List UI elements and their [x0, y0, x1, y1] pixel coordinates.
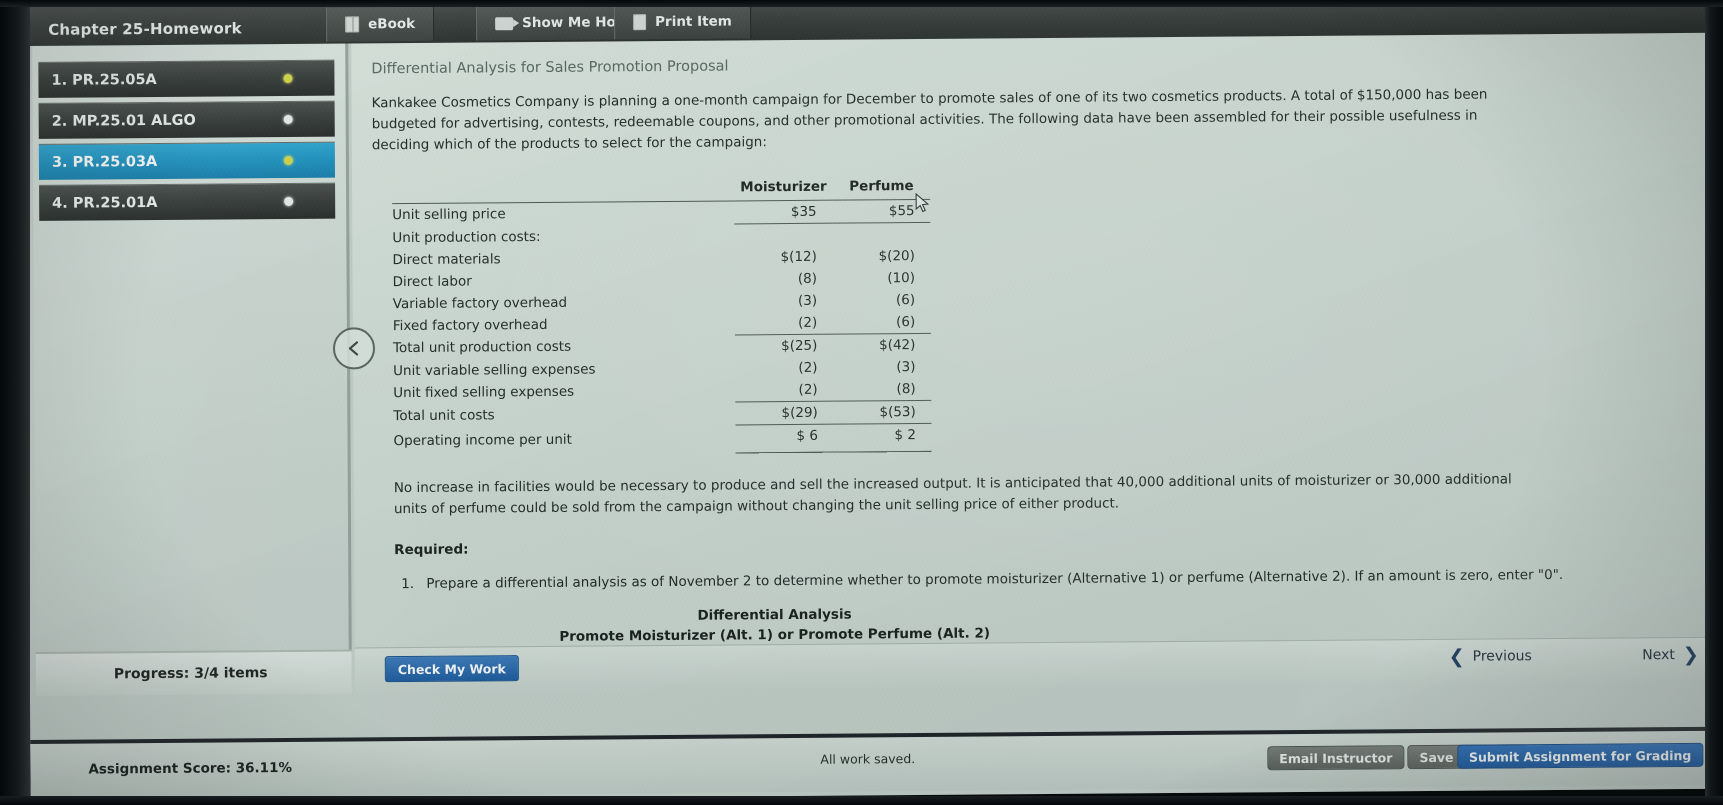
progress-area: Progress: 3/4 items: [35, 649, 352, 696]
required-item-1: Prepare a differential analysis as of No…: [418, 565, 1692, 591]
monitor-bezel-top: [0, 0, 1723, 7]
app-title: Chapter 25-Homework: [48, 19, 242, 39]
cell-perfume: (10): [887, 269, 916, 286]
previous-label: Previous: [1472, 648, 1532, 665]
progress-label: Progress: 3/4 items: [113, 665, 268, 683]
saved-status-label: All work saved.: [820, 751, 916, 767]
required-heading: Required:: [394, 541, 469, 558]
status-dot-icon: [283, 155, 293, 165]
screen-area: Chapter 25-Homework eBook Show Me How Pr…: [26, 0, 1723, 802]
row-label: Operating income per unit: [393, 431, 572, 450]
next-label: Next: [1642, 647, 1675, 664]
status-dot-icon: [283, 73, 293, 83]
intro-paragraph: Kankakee Cosmetics Company is planning a…: [371, 86, 1488, 154]
row-label: Direct materials: [392, 250, 501, 268]
sidebar-item-4[interactable]: 4. PR.25.01A: [39, 182, 336, 221]
chevron-left-icon: [348, 341, 359, 356]
row-label: Variable factory overhead: [392, 294, 568, 312]
print-item-button[interactable]: Print Item: [614, 4, 751, 40]
question-title: Differential Analysis for Sales Promotio…: [371, 58, 729, 78]
cell-perfume: [833, 222, 931, 245]
cell-perfume: (6): [895, 291, 916, 308]
required-list: Prepare a differential analysis as of No…: [418, 565, 1692, 591]
sidebar-item-2-label: 2. MP.25.01 ALGO: [51, 112, 196, 130]
row-label: Direct labor: [392, 273, 472, 290]
cell-moisturizer: $(25): [781, 337, 818, 354]
table-corner: [392, 179, 735, 204]
monitor-bezel-bottom: [0, 796, 1723, 805]
question-sidebar: 1. PR.25.05A 2. MP.25.01 ALGO 3. PR.25.0…: [32, 43, 352, 696]
sidebar-item-1[interactable]: 1. PR.25.05A: [38, 59, 335, 98]
cell-moisturizer: $(12): [780, 248, 817, 265]
cell-perfume: $(53): [833, 399, 932, 424]
row-label: Unit selling price: [392, 206, 506, 224]
assignment-score-label: Assignment Score: 36.11%: [88, 759, 293, 778]
cell-moisturizer: (8): [797, 270, 818, 287]
previous-button[interactable]: ❮ Previous: [1449, 645, 1532, 668]
cell-perfume: (3): [896, 358, 916, 375]
sidebar-item-4-label: 4. PR.25.01A: [52, 194, 158, 212]
book-icon: [345, 16, 360, 33]
cell-moisturizer: [735, 223, 833, 246]
cell-moisturizer: $35: [734, 200, 833, 224]
col-header-moisturizer: Moisturizer: [734, 178, 833, 201]
monitor-bezel-left: [0, 0, 30, 805]
cell-moisturizer: $ 6: [735, 423, 835, 453]
row-label: Unit fixed selling expenses: [393, 383, 575, 401]
chevron-right-icon: ❯: [1682, 643, 1699, 667]
email-instructor-button[interactable]: Email Instructor: [1267, 745, 1405, 771]
show-me-how-label: Show Me How: [522, 14, 629, 32]
monitor-photo: Chapter 25-Homework eBook Show Me How Pr…: [0, 0, 1723, 805]
cell-moisturizer: (2): [735, 378, 834, 402]
table-row: Operating income per unit $ 6 $ 2: [393, 422, 933, 456]
row-label: Total unit costs: [393, 406, 495, 424]
ebook-label: eBook: [368, 15, 416, 33]
cell-moisturizer: (3): [797, 292, 818, 309]
row-label: Fixed factory overhead: [392, 316, 548, 334]
check-my-work-button[interactable]: Check My Work: [384, 655, 519, 683]
status-dot-icon: [284, 196, 294, 206]
row-label: Total unit production costs: [392, 338, 572, 357]
below-table-paragraph: No increase in facilities would be neces…: [393, 470, 1512, 517]
next-button[interactable]: Next ❯: [1642, 644, 1699, 666]
cell-perfume: $(42): [879, 336, 916, 353]
answer-table-header: Differential Analysis Promote Moisturize…: [474, 602, 1074, 647]
cell-moisturizer: (2): [735, 311, 834, 335]
sidebar-item-2[interactable]: 2. MP.25.01 ALGO: [38, 100, 335, 139]
cell-moisturizer: $(29): [735, 400, 834, 425]
chevron-left-icon: ❮: [1448, 645, 1465, 668]
cell-perfume: $(20): [878, 247, 915, 264]
sidebar-item-3[interactable]: 3. PR.25.03A: [38, 141, 336, 180]
monitor-bezel-right: [1705, 0, 1723, 805]
cell-perfume: (8): [833, 377, 932, 401]
print-item-label: Print Item: [655, 13, 732, 31]
submit-assignment-button[interactable]: Submit Assignment for Grading: [1456, 742, 1704, 769]
mouse-cursor: [915, 192, 930, 213]
cell-perfume: $ 2: [833, 422, 933, 453]
action-bar: Check My Work ❮ Previous Next ❯: [354, 636, 1723, 694]
row-label: Unit variable selling expenses: [393, 361, 596, 379]
cell-perfume: (6): [833, 310, 932, 334]
status-dot-icon: [283, 114, 293, 124]
sidebar-item-1-label: 1. PR.25.05A: [51, 71, 157, 89]
ebook-button[interactable]: eBook: [326, 6, 435, 42]
product-data-table: Moisturizer Perfume Unit selling price $…: [392, 177, 933, 456]
row-label: Unit production costs:: [392, 228, 541, 246]
cell-moisturizer: (2): [798, 359, 818, 376]
status-bar: Assignment Score: 36.11% All work saved.…: [30, 726, 1723, 798]
question-content: Differential Analysis for Sales Promotio…: [351, 32, 1723, 648]
video-icon: [495, 16, 514, 30]
sidebar-item-3-label: 3. PR.25.03A: [51, 153, 158, 171]
page-icon: [633, 14, 647, 31]
sidebar-collapse-button[interactable]: [332, 327, 376, 370]
